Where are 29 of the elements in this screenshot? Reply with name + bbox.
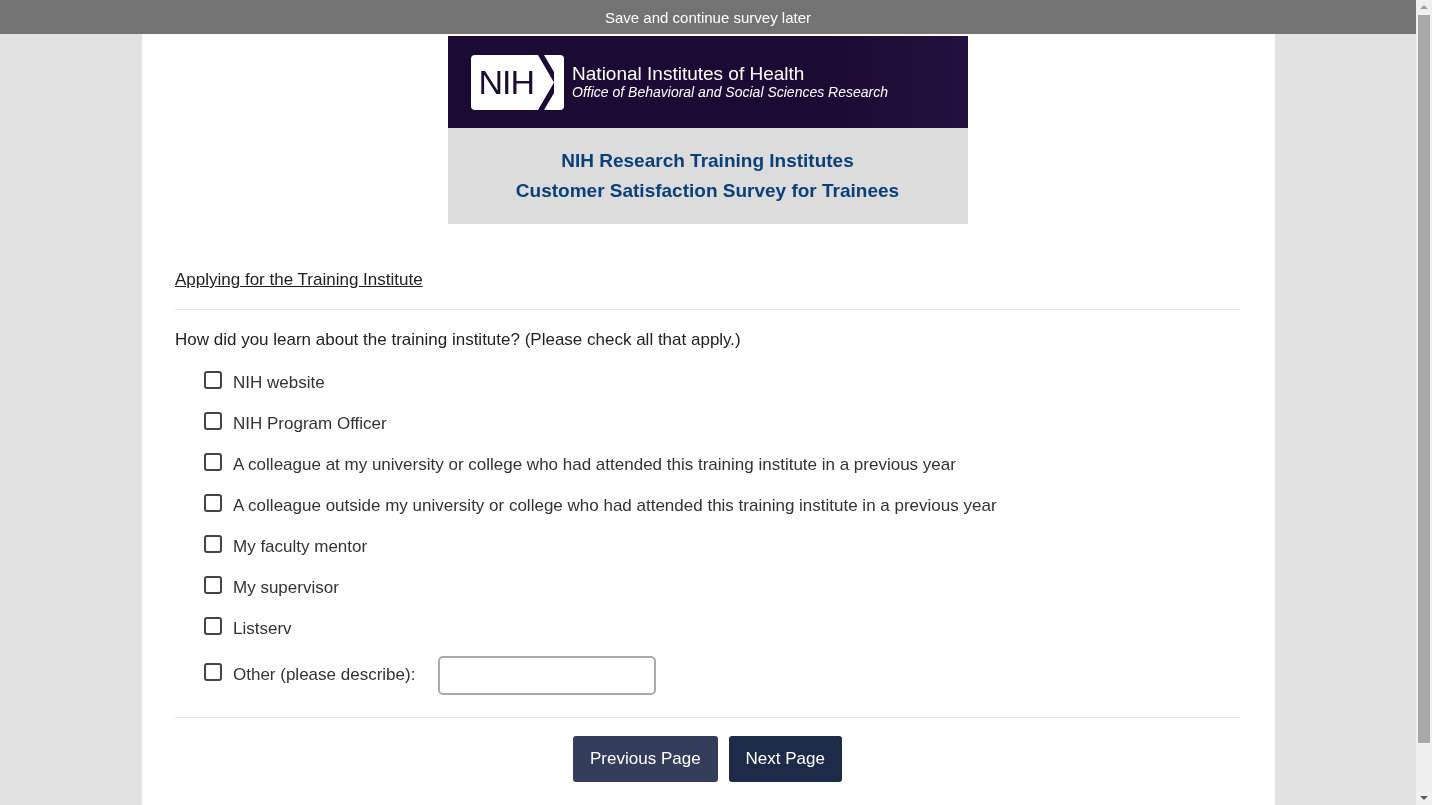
next-button[interactable]: Next Page <box>728 736 842 782</box>
save-later-link[interactable]: Save and continue survey later <box>605 8 811 26</box>
option-label: NIH Program Officer <box>233 413 387 434</box>
option-label: Listserv <box>233 618 292 639</box>
option-label: My faculty mentor <box>233 536 368 557</box>
checkbox[interactable] <box>204 616 222 635</box>
survey-title: NIH Research Training Institutes <box>561 150 854 172</box>
previous-button[interactable]: Previous Page <box>573 736 718 782</box>
checkbox[interactable] <box>204 493 222 512</box>
option-label: NIH website <box>233 372 325 393</box>
option-label: A colleague at my university or college who had attended this training institute in a previous year <box>233 454 956 475</box>
question-text: How did you learn about the training institute? (Please check all that apply.) <box>175 330 742 350</box>
logo: NIH <box>470 54 565 110</box>
survey-title: Customer Satisfaction Survey for Trainees <box>515 180 900 202</box>
option-label: My supervisor <box>233 577 339 598</box>
scrollbar[interactable] <box>1416 0 1432 805</box>
checkbox[interactable] <box>204 370 222 389</box>
option-label: A colleague outside my university or college who had attended this training institute in a previous year <box>233 495 997 516</box>
input-field[interactable] <box>438 655 657 695</box>
checkbox[interactable] <box>204 575 222 594</box>
option-label: Other (please describe): <box>233 665 416 685</box>
checkbox[interactable] <box>204 663 222 681</box>
org-name: National Institutes of Health <box>572 64 806 84</box>
checkbox[interactable] <box>204 411 222 430</box>
office-name: Office of Behavioral and Social Sciences Research <box>572 84 888 100</box>
checkbox[interactable] <box>204 534 222 553</box>
chevron-icon <box>536 54 555 110</box>
checkbox[interactable] <box>204 452 222 471</box>
section-title: Applying for the Training Institute <box>175 270 423 290</box>
